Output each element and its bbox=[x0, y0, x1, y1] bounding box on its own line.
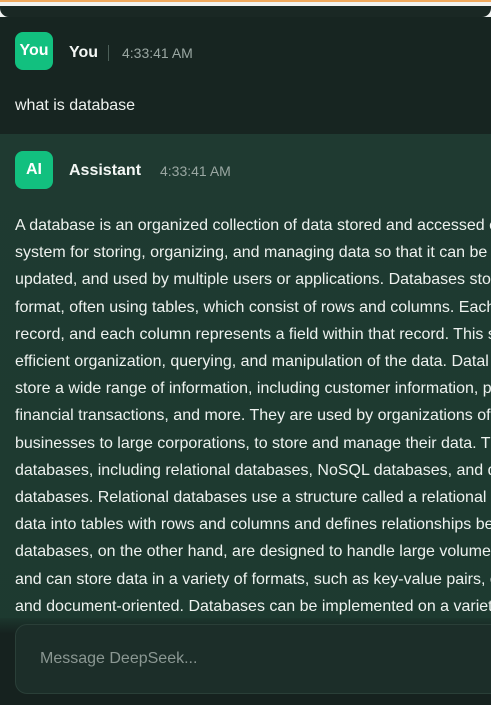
accent-line bbox=[0, 0, 491, 2]
user-message-text: what is database bbox=[15, 97, 136, 114]
response-line: store a wide range of information, inclu… bbox=[15, 380, 491, 398]
response-line: efficient organization, querying, and ma… bbox=[15, 353, 489, 371]
response-line: databases, including relational database… bbox=[15, 461, 491, 479]
response-line: financial transactions, and more. They a… bbox=[15, 407, 491, 425]
response-line: databases. Relational databases use a st… bbox=[15, 489, 491, 507]
user-message: You You 4:33:41 AM what is database bbox=[0, 17, 491, 134]
response-line: and document-oriented. Databases can be … bbox=[15, 597, 491, 615]
assistant-timestamp: 4:33:41 AM bbox=[160, 163, 231, 179]
response-line: format, often using tables, which consis… bbox=[15, 298, 491, 316]
response-line: data into tables with rows and columns a… bbox=[15, 516, 491, 534]
response-line: businesses to large corporations, to sto… bbox=[15, 434, 491, 452]
header-divider bbox=[108, 45, 109, 61]
user-sender-name: You bbox=[69, 44, 99, 61]
message-composer[interactable] bbox=[15, 624, 491, 694]
assistant-response-text: A database is an organized collection of… bbox=[15, 212, 491, 620]
response-line: record, and each column represents a fie… bbox=[15, 325, 491, 343]
user-avatar: You bbox=[15, 32, 53, 70]
message-input[interactable] bbox=[40, 647, 480, 671]
user-timestamp: 4:33:41 AM bbox=[122, 45, 193, 61]
response-line: updated, and used by multiple users or a… bbox=[15, 271, 491, 289]
top-strip-edge bbox=[0, 6, 491, 17]
response-line: A database is an organized collection of… bbox=[15, 217, 491, 234]
response-line: databases, on the other hand, are design… bbox=[15, 543, 491, 561]
assistant-avatar: AI bbox=[15, 151, 53, 189]
response-line: and can store data in a variety of forma… bbox=[15, 570, 491, 588]
response-line: system for storing, organizing, and mana… bbox=[15, 244, 488, 262]
assistant-sender-name: Assistant bbox=[69, 162, 142, 179]
top-strip bbox=[0, 0, 491, 17]
